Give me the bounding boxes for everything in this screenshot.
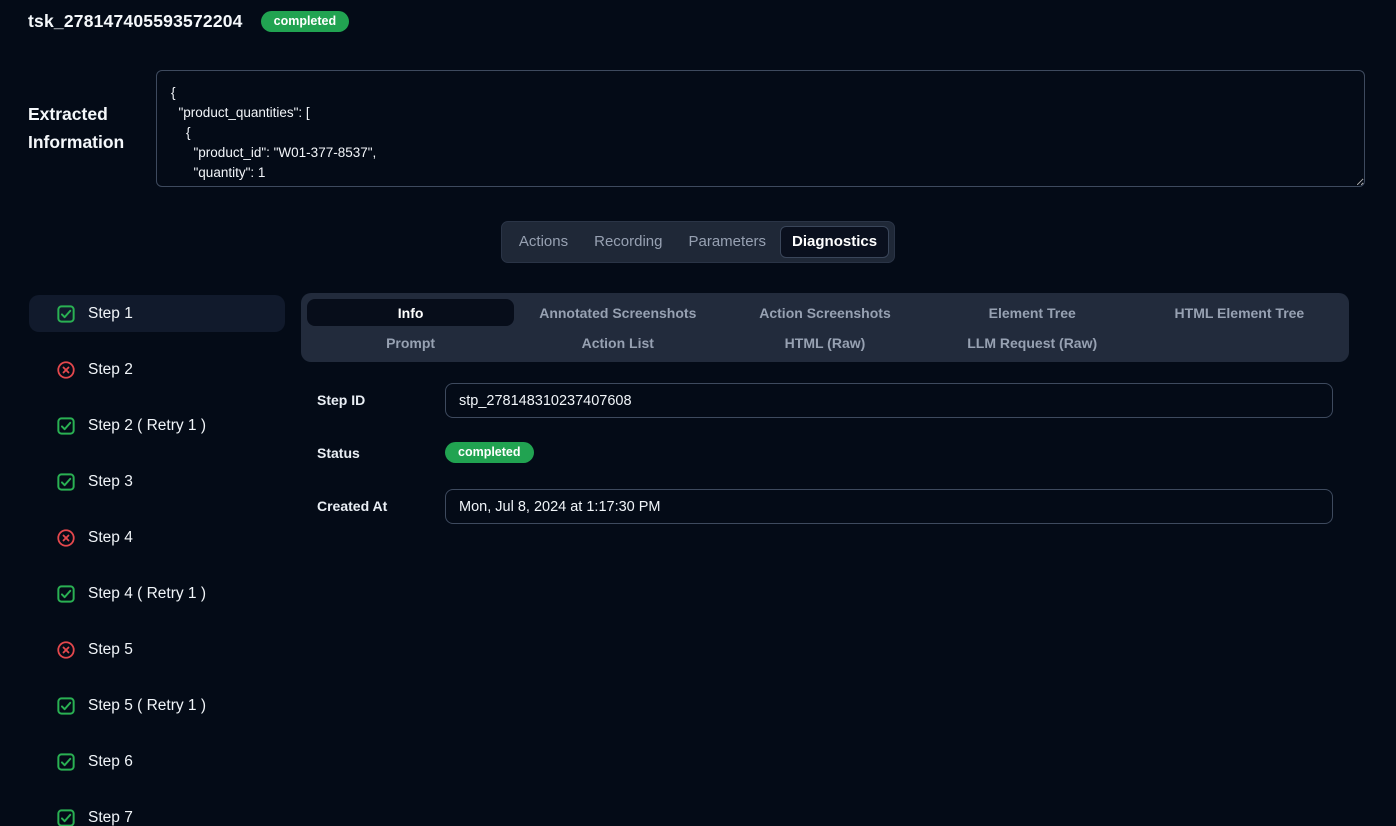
step-item-label: Step 2 ( Retry 1 ) <box>88 417 206 435</box>
step-item-step-1[interactable]: Step 1 <box>29 295 285 332</box>
step-item-label: Step 6 <box>88 753 133 771</box>
error-icon <box>57 361 75 379</box>
diagnostics-tab-bar: Info Annotated Screenshots Action Screen… <box>301 293 1349 362</box>
header: tsk_278147405593572204 completed <box>28 11 349 32</box>
check-icon <box>57 809 75 826</box>
tab-diagnostics[interactable]: Diagnostics <box>780 226 889 258</box>
step-item-label: Step 2 <box>88 361 133 379</box>
step-item-step-4-retry-1[interactable]: Step 4 ( Retry 1 ) <box>29 575 285 612</box>
subtab-llm-request-raw[interactable]: LLM Request (Raw) <box>929 329 1136 356</box>
subtab-prompt[interactable]: Prompt <box>307 329 514 356</box>
check-icon <box>57 305 75 323</box>
subtab-html-element-tree[interactable]: HTML Element Tree <box>1136 299 1343 326</box>
step-item-step-5-retry-1[interactable]: Step 5 ( Retry 1 ) <box>29 687 285 724</box>
subtab-html-raw[interactable]: HTML (Raw) <box>721 329 928 356</box>
check-icon <box>57 697 75 715</box>
status-label: Status <box>317 446 360 461</box>
check-icon <box>57 473 75 491</box>
main-tab-bar-wrap: Actions Recording Parameters Diagnostics <box>0 221 1396 263</box>
step-status-badge: completed <box>445 442 534 463</box>
tab-recording[interactable]: Recording <box>582 226 674 258</box>
subtab-element-tree[interactable]: Element Tree <box>929 299 1136 326</box>
step-id-input[interactable] <box>445 383 1333 418</box>
main-tab-bar: Actions Recording Parameters Diagnostics <box>501 221 895 263</box>
error-icon <box>57 529 75 547</box>
error-icon <box>57 641 75 659</box>
step-item-label: Step 7 <box>88 809 133 826</box>
task-diagnostics-page: tsk_278147405593572204 completed Extract… <box>0 0 1396 826</box>
step-item-label: Step 4 ( Retry 1 ) <box>88 585 206 603</box>
step-item-step-6[interactable]: Step 6 <box>29 743 285 780</box>
subtab-annotated-screenshots[interactable]: Annotated Screenshots <box>514 299 721 326</box>
step-id-label: Step ID <box>317 393 365 408</box>
subtab-action-list[interactable]: Action List <box>514 329 721 356</box>
page-title: tsk_278147405593572204 <box>28 11 243 32</box>
step-item-step-2-retry-1[interactable]: Step 2 ( Retry 1 ) <box>29 407 285 444</box>
step-item-step-7[interactable]: Step 7 <box>29 799 285 826</box>
step-item-label: Step 5 ( Retry 1 ) <box>88 697 206 715</box>
tab-actions[interactable]: Actions <box>507 226 580 258</box>
step-item-label: Step 4 <box>88 529 133 547</box>
check-icon <box>57 585 75 603</box>
subtab-action-screenshots[interactable]: Action Screenshots <box>721 299 928 326</box>
subtab-info[interactable]: Info <box>307 299 514 326</box>
created-at-input[interactable] <box>445 489 1333 524</box>
check-icon <box>57 417 75 435</box>
step-item-label: Step 5 <box>88 641 133 659</box>
step-item-step-5[interactable]: Step 5 <box>29 631 285 668</box>
extracted-information-textarea[interactable]: { "product_quantities": [ { "product_id"… <box>156 70 1365 187</box>
check-icon <box>57 753 75 771</box>
step-item-step-4[interactable]: Step 4 <box>29 519 285 556</box>
created-at-label: Created At <box>317 499 387 514</box>
extracted-information-label: Extracted Information <box>28 100 148 156</box>
step-list: Step 1 Step 2 Step 2 ( Retry 1 ) Step 3 … <box>29 295 285 826</box>
step-item-label: Step 3 <box>88 473 133 491</box>
step-item-label: Step 1 <box>88 305 133 323</box>
tab-parameters[interactable]: Parameters <box>677 226 779 258</box>
step-item-step-2[interactable]: Step 2 <box>29 351 285 388</box>
task-status-badge: completed <box>261 11 350 32</box>
step-item-step-3[interactable]: Step 3 <box>29 463 285 500</box>
